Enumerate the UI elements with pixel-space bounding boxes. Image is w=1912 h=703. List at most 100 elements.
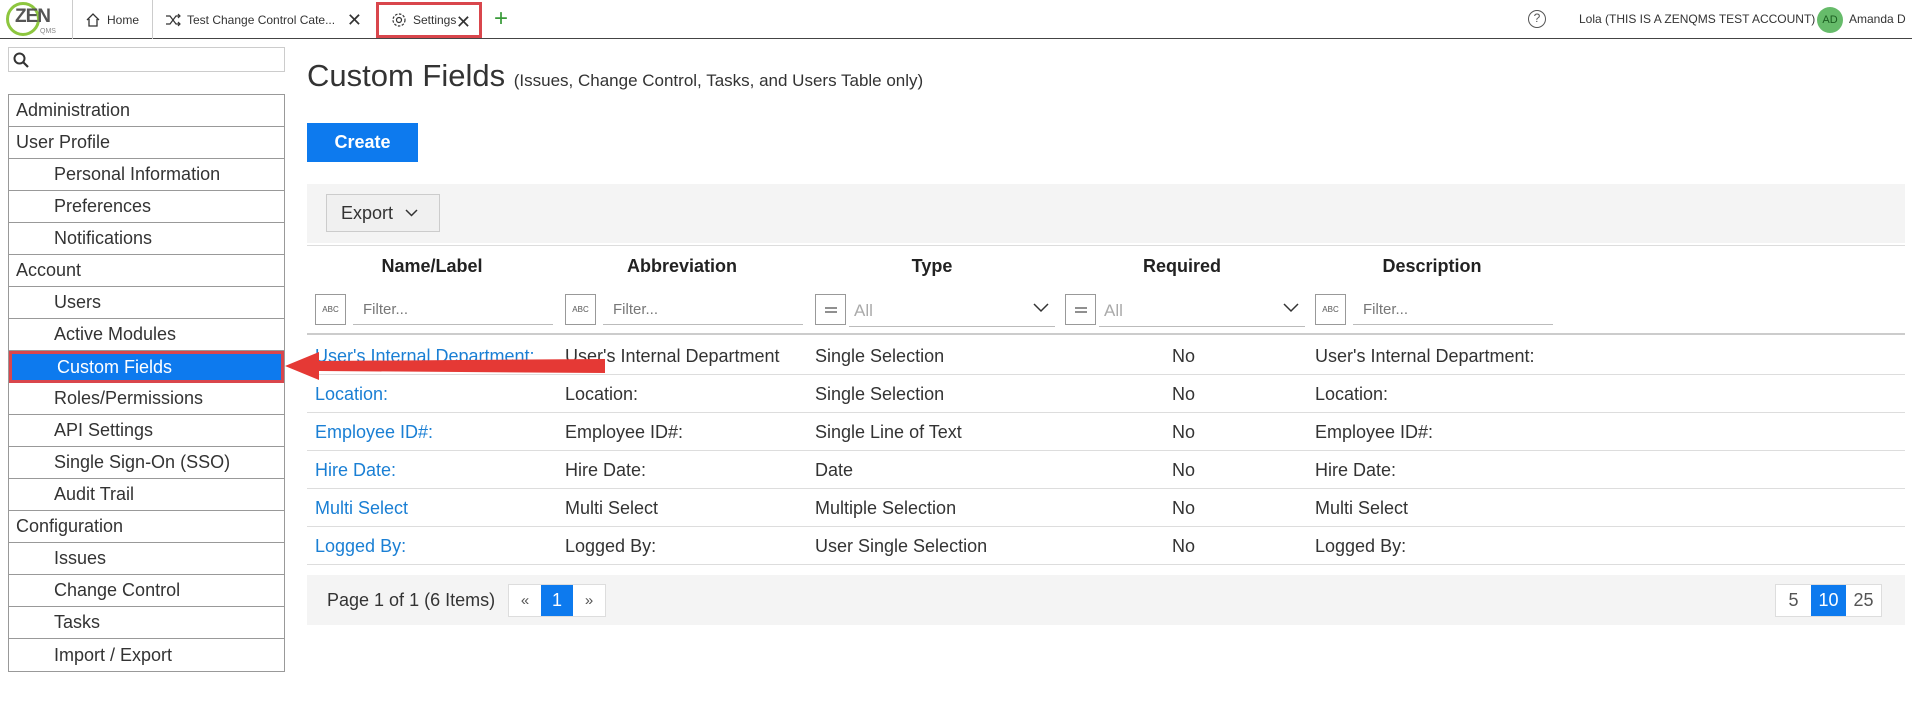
previous-page-button[interactable]: «: [509, 585, 541, 616]
nav-notifications[interactable]: Notifications: [9, 223, 284, 255]
nav-user-profile[interactable]: User Profile: [9, 127, 284, 159]
page-size-selector: 5 10 25: [1775, 584, 1882, 617]
abbreviation-cell: Employee ID#:: [565, 422, 684, 442]
nav-custom-fields[interactable]: Custom Fields: [9, 351, 284, 383]
search-input[interactable]: [8, 47, 285, 72]
nav-preferences[interactable]: Preferences: [9, 191, 284, 223]
top-bar: ZEN QMS Home Test Change Control Cate...…: [0, 0, 1912, 39]
page-buttons: « 1 »: [508, 584, 606, 617]
description-cell: Logged By:: [1315, 536, 1407, 556]
nav-tasks[interactable]: Tasks: [9, 607, 284, 639]
description-cell: Hire Date:: [1315, 460, 1397, 480]
page-size-5[interactable]: 5: [1776, 585, 1811, 616]
type-cell: Multiple Selection: [815, 498, 957, 518]
chevron-down-icon: [405, 206, 418, 220]
add-tab-icon[interactable]: +: [494, 5, 508, 33]
filter-operator-icon[interactable]: ABC: [565, 294, 596, 325]
create-button[interactable]: Create: [307, 123, 418, 162]
required-filter-select[interactable]: All: [1099, 296, 1305, 327]
nav-issues[interactable]: Issues: [9, 543, 284, 575]
nav-users[interactable]: Users: [9, 287, 284, 319]
description-filter-input[interactable]: Filter...: [1353, 294, 1553, 325]
tab-change-control-label: Test Change Control Cate...: [187, 12, 336, 27]
close-icon[interactable]: ✕: [347, 10, 362, 31]
nav-import-export[interactable]: Import / Export: [9, 639, 284, 671]
grid-toolbar: Export: [307, 184, 1905, 243]
field-name-link[interactable]: Location:: [315, 384, 388, 405]
type-filter-value: All: [854, 301, 873, 320]
tab-settings[interactable]: Settings ✕: [376, 2, 482, 38]
close-icon[interactable]: ✕: [456, 12, 471, 33]
name-filter-input[interactable]: Filter...: [353, 294, 553, 325]
nav-active-modules[interactable]: Active Modules: [9, 319, 284, 351]
page-title: Custom Fields (Issues, Change Control, T…: [307, 58, 923, 94]
table-header: Name/Label Abbreviation Type Required De…: [307, 245, 1905, 287]
required-cell: No: [1172, 498, 1196, 518]
page-title-text: Custom Fields: [307, 58, 506, 93]
page-size-10[interactable]: 10: [1811, 585, 1846, 616]
nav-change-control[interactable]: Change Control: [9, 575, 284, 607]
zenqms-logo[interactable]: ZEN QMS: [6, 2, 60, 36]
filter-operator-icon[interactable]: ABC: [315, 294, 346, 325]
logo-text: ZEN: [15, 6, 51, 27]
type-cell: Single Line of Text: [815, 422, 962, 442]
description-cell: User's Internal Department:: [1315, 346, 1535, 366]
description-cell: Multi Select: [1315, 498, 1409, 518]
abbreviation-filter-input[interactable]: Filter...: [603, 294, 803, 325]
description-cell: Location:: [1315, 384, 1389, 404]
required-cell: No: [1172, 460, 1196, 480]
nav-audit-trail[interactable]: Audit Trail: [9, 479, 284, 511]
field-name-link[interactable]: Employee ID#:: [315, 422, 433, 443]
tab-change-control[interactable]: Test Change Control Cate... ✕: [152, 0, 372, 39]
nav-configuration[interactable]: Configuration: [9, 511, 284, 543]
chevron-down-icon: [1283, 300, 1299, 316]
column-header-type[interactable]: Type: [807, 256, 1057, 277]
export-dropdown[interactable]: Export: [326, 194, 440, 232]
tab-home[interactable]: Home: [72, 0, 152, 39]
column-header-required[interactable]: Required: [1057, 256, 1307, 277]
column-header-description[interactable]: Description: [1307, 256, 1557, 277]
annotation-arrow-icon: [285, 352, 605, 380]
page-1-button[interactable]: 1: [541, 585, 573, 616]
avatar[interactable]: AD: [1817, 7, 1843, 33]
next-page-button[interactable]: »: [573, 585, 605, 616]
table-row: Multi Select Multi Select Multiple Selec…: [307, 489, 1905, 527]
abbreviation-cell: Location:: [565, 384, 639, 404]
export-label: Export: [341, 202, 394, 223]
tab-home-label: Home: [107, 12, 140, 27]
nav-roles-permissions[interactable]: Roles/Permissions: [9, 383, 284, 415]
nav-api-settings[interactable]: API Settings: [9, 415, 284, 447]
logo-subtext: QMS: [40, 28, 56, 35]
equals-icon[interactable]: [1065, 294, 1096, 325]
field-name-link[interactable]: Multi Select: [315, 498, 408, 519]
home-icon: [85, 12, 101, 28]
user-name[interactable]: Amanda D: [1849, 12, 1906, 26]
table-row: Hire Date: Hire Date: Date No Hire Date:: [307, 451, 1905, 489]
required-cell: No: [1172, 422, 1196, 442]
description-cell: Employee ID#:: [1315, 422, 1434, 442]
help-icon[interactable]: ?: [1528, 10, 1546, 28]
nav-administration[interactable]: Administration: [9, 95, 284, 127]
nav-personal-information[interactable]: Personal Information: [9, 159, 284, 191]
field-name-link[interactable]: Hire Date:: [315, 460, 396, 481]
column-header-abbreviation[interactable]: Abbreviation: [557, 256, 807, 277]
type-cell: Date: [815, 460, 854, 480]
nav-single-sign-on[interactable]: Single Sign-On (SSO): [9, 447, 284, 479]
page-subtitle: (Issues, Change Control, Tasks, and User…: [513, 71, 924, 90]
chevron-down-icon: [1033, 300, 1049, 316]
nav-account[interactable]: Account: [9, 255, 284, 287]
search-icon: [13, 52, 29, 68]
filter-operator-icon[interactable]: ABC: [1315, 294, 1346, 325]
page-size-25[interactable]: 25: [1846, 585, 1881, 616]
tab-settings-label: Settings: [413, 13, 457, 27]
equals-icon[interactable]: [815, 294, 846, 325]
shuffle-icon: [165, 13, 181, 27]
column-header-name[interactable]: Name/Label: [307, 256, 557, 277]
account-name[interactable]: Lola (THIS IS A ZENQMS TEST ACCOUNT): [1579, 12, 1815, 26]
abbreviation-cell: Multi Select: [565, 498, 659, 518]
type-filter-select[interactable]: All: [849, 296, 1055, 327]
field-name-link[interactable]: Logged By:: [315, 536, 406, 557]
table-row: Employee ID#: Employee ID#: Single Line …: [307, 413, 1905, 451]
type-cell: User Single Selection: [815, 536, 988, 556]
gear-icon: [391, 12, 407, 28]
